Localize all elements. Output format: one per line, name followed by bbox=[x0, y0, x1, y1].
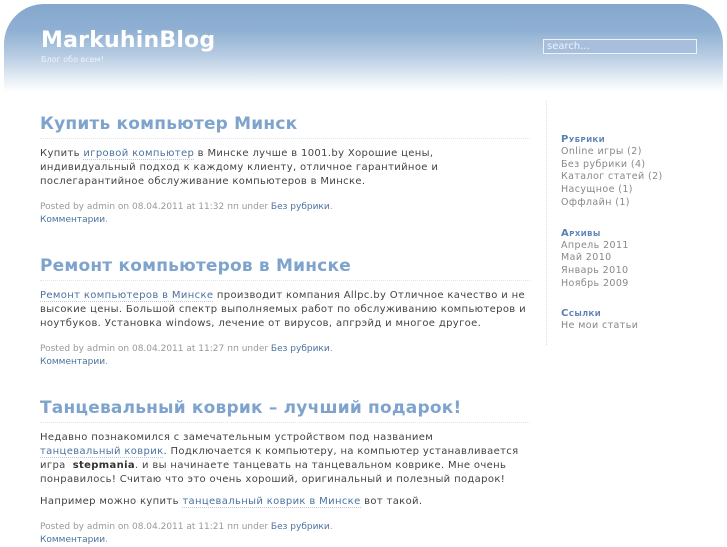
site-title[interactable]: MarkuhinBlog bbox=[41, 28, 215, 53]
post-meta-text: Posted by admin on 08.04.2011 at 11:21 п… bbox=[40, 522, 271, 532]
archive-item[interactable]: Январь 2010 bbox=[561, 265, 721, 278]
category-link[interactable]: Без рубрики bbox=[271, 202, 330, 212]
category-item[interactable]: Оффлайн (1) bbox=[561, 197, 721, 210]
links-heading: Ссылки bbox=[561, 308, 602, 320]
category-item[interactable]: Насущное (1) bbox=[561, 184, 721, 197]
categories-heading: Рубрики bbox=[561, 134, 606, 145]
text: Недавно познакомился с замечательным уст… bbox=[40, 432, 462, 443]
post-paragraph: Купить игровой компьютер в Минске лучше … bbox=[40, 147, 530, 189]
post-meta: Posted by admin on 08.04.2011 at 11:32 п… bbox=[40, 202, 333, 225]
post-paragraph: Недавно познакомился с замечательным уст… bbox=[40, 431, 530, 487]
bold-text: stepmania bbox=[72, 460, 135, 471]
post-meta: Posted by admin on 08.04.2011 at 11:27 п… bbox=[40, 344, 333, 367]
post-link[interactable]: танцевальный коврик bbox=[40, 446, 164, 458]
post-paragraph: Ремонт компьютеров в Минске производит к… bbox=[40, 289, 530, 331]
category-link[interactable]: Без рубрики bbox=[271, 522, 330, 532]
link-item[interactable]: Не мои статьи bbox=[561, 320, 721, 333]
post: Ремонт компьютеров в Минске Ремонт компь… bbox=[40, 255, 530, 369]
category-link[interactable]: Без рубрики bbox=[271, 344, 330, 354]
text: вот такой. bbox=[360, 496, 423, 507]
comments-link[interactable]: Комментарии bbox=[40, 357, 105, 367]
post: Танцевальный коврик – лучший подарок! Не… bbox=[40, 397, 530, 547]
sidebar: Рубрики Online игры (2) Без рубрики (4) … bbox=[561, 133, 721, 350]
post-link[interactable]: игровой компьютер bbox=[83, 148, 195, 160]
category-item[interactable]: Online игры (2) bbox=[561, 146, 721, 159]
search-input[interactable] bbox=[543, 39, 697, 54]
post-link[interactable]: танцевальный коврик в Минске bbox=[182, 496, 361, 508]
archive-item[interactable]: Ноябрь 2009 bbox=[561, 278, 721, 291]
category-item[interactable]: Без рубрики (4) bbox=[561, 159, 721, 172]
archive-item[interactable]: Май 2010 bbox=[561, 252, 721, 265]
archives-list: Апрель 2011 Май 2010 Январь 2010 Ноябрь … bbox=[561, 240, 721, 291]
category-item[interactable]: Каталог статей (2) bbox=[561, 171, 721, 184]
site-tagline: Блог обо всем! bbox=[41, 55, 104, 64]
post-meta-text: Posted by admin on 08.04.2011 at 11:27 п… bbox=[40, 344, 271, 354]
comments-link[interactable]: Комментарии bbox=[40, 535, 105, 545]
archive-item[interactable]: Апрель 2011 bbox=[561, 240, 721, 253]
post-title[interactable]: Танцевальный коврик – лучший подарок! bbox=[40, 397, 530, 423]
post-meta-text: Posted by admin on 08.04.2011 at 11:32 п… bbox=[40, 202, 271, 212]
post-meta: Posted by admin on 08.04.2011 at 11:21 п… bbox=[40, 522, 333, 545]
post-paragraph: Например можно купить танцевальный коври… bbox=[40, 495, 530, 509]
post-link[interactable]: Ремонт компьютеров в Минске bbox=[40, 290, 214, 302]
post-title[interactable]: Купить компьютер Минск bbox=[40, 113, 530, 139]
post: Купить компьютер Минск Купить игровой ко… bbox=[40, 113, 530, 227]
links-list: Не мои статьи bbox=[561, 320, 721, 333]
comments-link[interactable]: Комментарии bbox=[40, 215, 105, 225]
text: Купить bbox=[40, 148, 84, 159]
post-title[interactable]: Ремонт компьютеров в Минске bbox=[40, 255, 530, 281]
archives-heading: Архивы bbox=[561, 227, 601, 239]
sidebar-divider bbox=[546, 100, 547, 345]
categories-list: Online игры (2) Без рубрики (4) Каталог … bbox=[561, 146, 721, 210]
text: Например можно купить bbox=[40, 496, 183, 507]
